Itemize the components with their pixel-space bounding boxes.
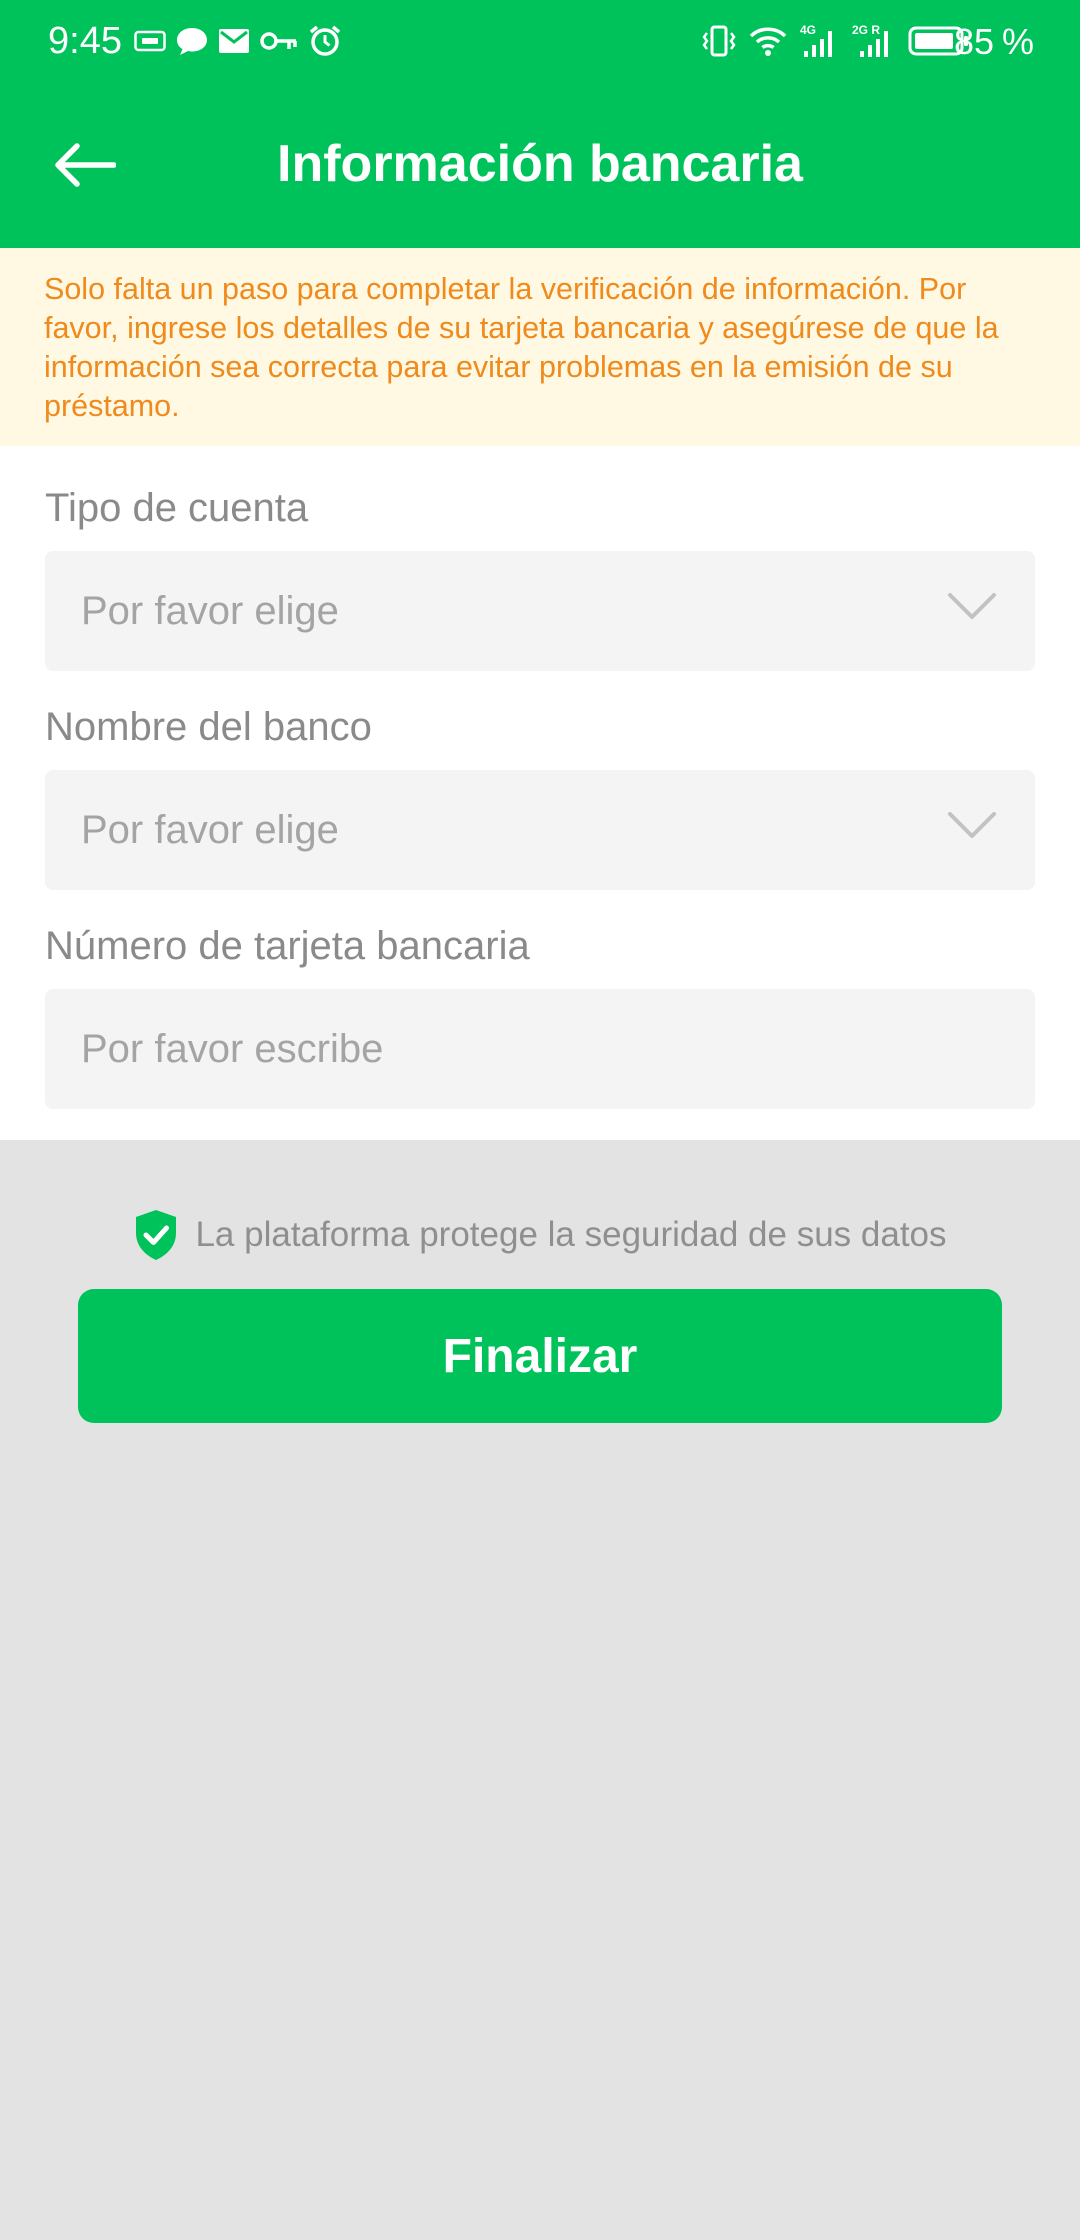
chevron-down-icon xyxy=(948,593,996,619)
bank-name-label: Nombre del banco xyxy=(45,705,372,749)
account-type-placeholder: Por favor elige xyxy=(81,589,339,633)
card-number-placeholder: Por favor escribe xyxy=(81,1027,384,1071)
bank-name-select[interactable]: Por favor elige xyxy=(45,770,1035,890)
wifi-icon xyxy=(749,27,787,56)
card-number-label: Número de tarjeta bancaria xyxy=(45,924,530,968)
mail-icon xyxy=(219,29,249,53)
page-title: Información bancaria xyxy=(277,135,803,193)
security-note: La plataforma protege la seguridad de su… xyxy=(0,1208,1080,1262)
signal-4g-icon: 4G xyxy=(800,23,832,57)
app-header: Información bancaria xyxy=(0,100,1080,236)
signal-4g-label: 4G xyxy=(800,23,816,37)
status-bar: 9:45 4G 2G R 85 % xyxy=(0,0,1080,82)
security-text: La plataforma protege la seguridad de su… xyxy=(195,1215,947,1254)
bank-info-form: Tipo de cuenta Por favor elige Nombre de… xyxy=(0,446,1080,1140)
battery-percent: 85% xyxy=(954,20,1034,64)
shield-check-icon xyxy=(136,1210,177,1260)
chevron-down-icon xyxy=(948,812,996,838)
signal-2g-label: 2G R xyxy=(852,23,880,37)
key-icon xyxy=(260,32,297,50)
vibrate-icon xyxy=(702,25,736,57)
bank-name-placeholder: Por favor elige xyxy=(81,808,339,852)
finish-button[interactable]: Finalizar xyxy=(78,1289,1002,1423)
battery-percent-unit: % xyxy=(1001,21,1034,62)
sim-card-icon xyxy=(134,30,166,52)
status-left-icons xyxy=(134,20,342,62)
account-type-select[interactable]: Por favor elige xyxy=(45,551,1035,671)
card-number-input[interactable]: Por favor escribe xyxy=(45,989,1035,1109)
status-time: 9:45 xyxy=(48,20,122,62)
chat-bubble-icon xyxy=(177,28,207,55)
signal-2g-icon: 2G R xyxy=(852,23,888,57)
account-type-label: Tipo de cuenta xyxy=(45,486,309,530)
status-right-icons: 4G 2G R xyxy=(700,20,970,62)
top-bar: 9:45 4G 2G R 85 % Información bancaria xyxy=(0,0,1080,248)
alarm-icon xyxy=(309,25,341,56)
battery-percent-value: 85 xyxy=(953,21,994,62)
verification-notice: Solo falta un paso para completar la ver… xyxy=(0,248,1080,446)
